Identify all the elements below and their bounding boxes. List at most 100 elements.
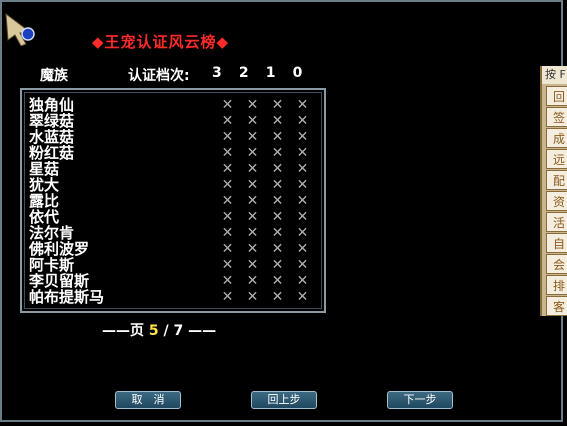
cross-icon: ✕ xyxy=(296,225,309,241)
side-tab[interactable]: 远 xyxy=(546,149,567,169)
cross-icon: ✕ xyxy=(296,193,309,209)
cross-icon: ✕ xyxy=(221,177,234,193)
side-tab[interactable]: 排 xyxy=(546,275,567,295)
cross-icon: ✕ xyxy=(271,129,284,145)
current-page: 5 xyxy=(148,323,159,339)
grade-marks: ✕ ✕ ✕ ✕ xyxy=(215,257,315,273)
cross-icon: ✕ xyxy=(271,97,284,113)
list-item[interactable]: 独角仙 ✕ ✕ ✕ ✕ xyxy=(29,97,319,113)
side-panel-header: 按 F xyxy=(542,66,567,84)
grade-marks: ✕ ✕ ✕ ✕ xyxy=(215,161,315,177)
cross-icon: ✕ xyxy=(246,129,259,145)
grade-marks: ✕ ✕ ✕ ✕ xyxy=(215,209,315,225)
cross-icon: ✕ xyxy=(271,289,284,305)
side-tab[interactable]: 自 xyxy=(546,233,567,253)
cross-icon: ✕ xyxy=(271,209,284,225)
pet-name: 粉红菇 xyxy=(29,144,75,162)
pet-name: 阿卡斯 xyxy=(29,256,75,274)
cross-icon: ✕ xyxy=(221,113,234,129)
next-step-button[interactable]: 下一步 xyxy=(387,391,453,409)
list-item[interactable]: 翠绿菇 ✕ ✕ ✕ ✕ xyxy=(29,113,319,129)
cross-icon: ✕ xyxy=(221,209,234,225)
pet-name: 水蓝菇 xyxy=(29,128,75,146)
side-tab[interactable]: 回 xyxy=(546,86,567,106)
grade-marks: ✕ ✕ ✕ ✕ xyxy=(215,273,315,289)
cross-icon: ✕ xyxy=(246,225,259,241)
list-item[interactable]: 依代 ✕ ✕ ✕ ✕ xyxy=(29,209,319,225)
cross-icon: ✕ xyxy=(246,257,259,273)
cross-icon: ✕ xyxy=(271,225,284,241)
list-item[interactable]: 犹大 ✕ ✕ ✕ ✕ xyxy=(29,177,319,193)
cross-icon: ✕ xyxy=(271,193,284,209)
cross-icon: ✕ xyxy=(271,145,284,161)
grade-marks: ✕ ✕ ✕ ✕ xyxy=(215,145,315,161)
side-tab[interactable]: 客 xyxy=(546,296,567,316)
list-item[interactable]: 露比 ✕ ✕ ✕ ✕ xyxy=(29,193,319,209)
cross-icon: ✕ xyxy=(246,273,259,289)
side-tab[interactable]: 配 xyxy=(546,170,567,190)
list-item[interactable]: 粉红菇 ✕ ✕ ✕ ✕ xyxy=(29,145,319,161)
pet-name: 翠绿菇 xyxy=(29,112,75,130)
cross-icon: ✕ xyxy=(246,241,259,257)
cross-icon: ✕ xyxy=(296,113,309,129)
list-item[interactable]: 李贝留斯 ✕ ✕ ✕ ✕ xyxy=(29,273,319,289)
cross-icon: ✕ xyxy=(296,273,309,289)
cross-icon: ✕ xyxy=(221,97,234,113)
grade-marks: ✕ ✕ ✕ ✕ xyxy=(215,113,315,129)
list-item[interactable]: 阿卡斯 ✕ ✕ ✕ ✕ xyxy=(29,257,319,273)
cross-icon: ✕ xyxy=(271,177,284,193)
cross-icon: ✕ xyxy=(271,113,284,129)
grade-marks: ✕ ✕ ✕ ✕ xyxy=(215,289,315,305)
side-panel: 按 F 回签成远配资活自会排客 xyxy=(540,66,567,316)
total-pages: 7 xyxy=(173,323,184,339)
cross-icon: ✕ xyxy=(296,97,309,113)
side-tab[interactable]: 成 xyxy=(546,128,567,148)
list-item[interactable]: 水蓝菇 ✕ ✕ ✕ ✕ xyxy=(29,129,319,145)
cross-icon: ✕ xyxy=(221,193,234,209)
list-item[interactable]: 佛利波罗 ✕ ✕ ✕ ✕ xyxy=(29,241,319,257)
grade-marks: ✕ ✕ ✕ ✕ xyxy=(215,129,315,145)
list-item[interactable]: 帕布提斯马 ✕ ✕ ✕ ✕ xyxy=(29,289,319,305)
cross-icon: ✕ xyxy=(296,241,309,257)
list-item[interactable]: 法尔肯 ✕ ✕ ✕ ✕ xyxy=(29,225,319,241)
grade-column-0: 0 xyxy=(292,65,303,81)
cross-icon: ✕ xyxy=(221,241,234,257)
cross-icon: ✕ xyxy=(296,209,309,225)
pager-separator: / xyxy=(163,323,169,339)
pager-suffix: —— xyxy=(188,323,217,339)
pet-name: 露比 xyxy=(29,192,60,210)
cross-icon: ✕ xyxy=(246,177,259,193)
side-tab[interactable]: 资 xyxy=(546,191,567,211)
cross-icon: ✕ xyxy=(246,97,259,113)
side-tab[interactable]: 会 xyxy=(546,254,567,274)
cross-icon: ✕ xyxy=(296,257,309,273)
grade-marks: ✕ ✕ ✕ ✕ xyxy=(215,225,315,241)
list-item[interactable]: 星菇 ✕ ✕ ✕ ✕ xyxy=(29,161,319,177)
cross-icon: ✕ xyxy=(271,257,284,273)
grade-marks: ✕ ✕ ✕ ✕ xyxy=(215,241,315,257)
cross-icon: ✕ xyxy=(221,225,234,241)
cancel-button[interactable]: 取 消 xyxy=(115,391,181,409)
pet-name: 独角仙 xyxy=(29,96,75,114)
pet-list: 独角仙 ✕ ✕ ✕ ✕ 翠绿菇 ✕ ✕ ✕ ✕ 水蓝菇 ✕ ✕ ✕ ✕ 粉红菇 ✕ ✕ ✕ ✕ 星菇 ✕ ✕ ✕ ✕ 犹大 ✕ ✕ ✕ ✕… xyxy=(20,88,326,313)
pet-name: 李贝留斯 xyxy=(29,272,90,290)
side-tab[interactable]: 签 xyxy=(546,107,567,127)
cross-icon: ✕ xyxy=(246,161,259,177)
grade-header-label: 认证档次: xyxy=(128,68,190,84)
grade-column-1: 1 xyxy=(265,65,276,81)
cross-icon: ✕ xyxy=(246,145,259,161)
pet-name: 犹大 xyxy=(29,176,60,194)
race-label: 魔族 xyxy=(40,68,68,84)
cross-icon: ✕ xyxy=(221,145,234,161)
side-tab[interactable]: 活 xyxy=(546,212,567,232)
pet-name: 依代 xyxy=(29,208,60,226)
cross-icon: ✕ xyxy=(246,209,259,225)
cross-icon: ✕ xyxy=(221,161,234,177)
cross-icon: ✕ xyxy=(296,177,309,193)
grade-marks: ✕ ✕ ✕ ✕ xyxy=(215,193,315,209)
grade-column-3: 3 xyxy=(212,65,222,81)
pet-name: 星菇 xyxy=(29,160,60,178)
cross-icon: ✕ xyxy=(221,273,234,289)
cross-icon: ✕ xyxy=(221,129,234,145)
previous-step-button[interactable]: 回上步 xyxy=(251,391,317,409)
